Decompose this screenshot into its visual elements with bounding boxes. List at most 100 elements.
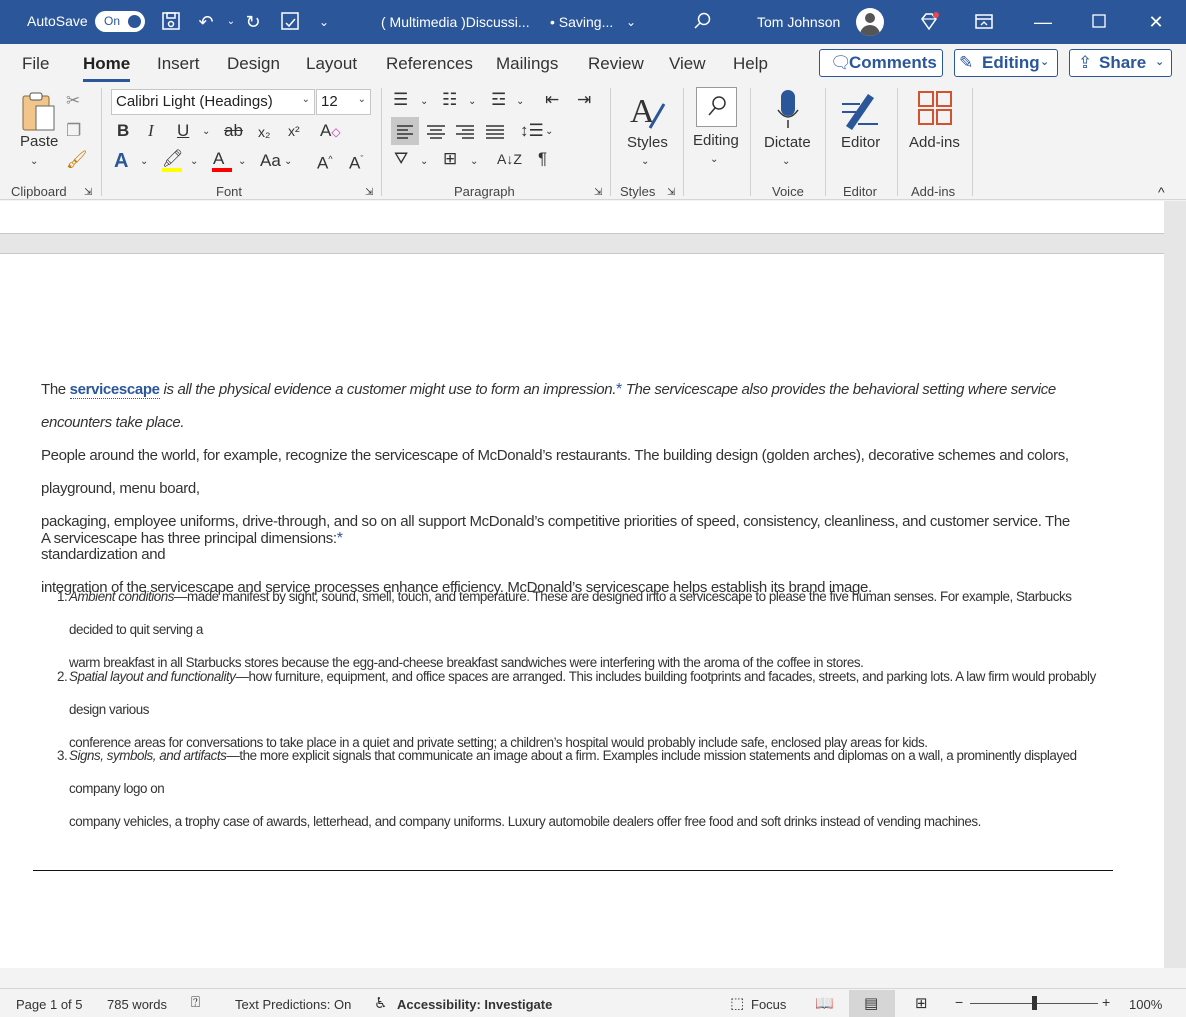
search-icon[interactable] bbox=[692, 11, 714, 33]
cut-icon[interactable]: ✂ bbox=[66, 91, 80, 111]
align-left-button[interactable] bbox=[391, 117, 419, 145]
tab-mailings[interactable]: Mailings bbox=[496, 54, 558, 74]
close-icon[interactable]: ✕ bbox=[1145, 11, 1167, 33]
chevron-down-icon[interactable]: ⌄ bbox=[238, 152, 246, 172]
word-count[interactable]: 785 words bbox=[107, 997, 167, 1012]
tab-file[interactable]: File bbox=[22, 54, 49, 74]
ribbon: Paste ⌄ ✂ ❐ 🖌 Clipboard ⇲ Calibri Light … bbox=[0, 82, 1186, 200]
text-effects-icon[interactable]: A bbox=[114, 151, 128, 171]
font-size-dropdown[interactable]: 12 ⌄ bbox=[316, 89, 371, 115]
chevron-down-icon[interactable]: ⌄ bbox=[470, 152, 478, 172]
tab-layout[interactable]: Layout bbox=[306, 54, 357, 74]
font-color-icon[interactable]: A bbox=[213, 149, 224, 169]
undo-icon[interactable]: ↶ bbox=[195, 11, 217, 33]
chevron-down-icon[interactable]: ⌄ bbox=[190, 152, 198, 172]
copy-icon[interactable]: ❐ bbox=[66, 121, 81, 141]
zoom-slider-thumb[interactable] bbox=[1032, 996, 1037, 1010]
chevron-down-icon[interactable]: ⌄ bbox=[420, 152, 428, 172]
tab-review[interactable]: Review bbox=[588, 54, 644, 74]
maximize-icon[interactable] bbox=[1088, 11, 1110, 33]
clear-formatting-icon[interactable]: A◇ bbox=[320, 121, 341, 142]
strikethrough-button[interactable]: ab bbox=[224, 121, 243, 141]
font-name-dropdown[interactable]: Calibri Light (Headings) ⌄ bbox=[111, 89, 315, 115]
accessibility-status[interactable]: Accessibility: Investigate bbox=[397, 997, 552, 1012]
keyword-servicescape[interactable]: servicescape bbox=[69, 381, 160, 399]
save-icon[interactable] bbox=[160, 11, 182, 33]
highlight-icon[interactable]: 🖍 bbox=[162, 149, 184, 169]
tab-view[interactable]: View bbox=[669, 54, 706, 74]
zoom-out-icon[interactable]: − bbox=[955, 994, 963, 1010]
focus-mode[interactable]: Focus bbox=[751, 997, 786, 1012]
premium-diamond-icon[interactable] bbox=[918, 11, 940, 33]
collapse-ribbon-icon[interactable]: ^ bbox=[1158, 182, 1165, 202]
tab-help[interactable]: Help bbox=[733, 54, 768, 74]
web-layout-icon[interactable]: ⊞ bbox=[915, 994, 928, 1012]
dialog-launcher-icon[interactable]: ⇲ bbox=[667, 183, 675, 203]
chevron-down-icon[interactable]: ⌄ bbox=[284, 152, 292, 172]
text-predictions[interactable]: Text Predictions: On bbox=[235, 997, 351, 1012]
customize-toolbar-icon[interactable]: ⌄ bbox=[313, 11, 335, 33]
redo-icon[interactable]: ↻ bbox=[242, 11, 264, 33]
tab-home[interactable]: Home bbox=[83, 54, 130, 74]
align-right-icon[interactable] bbox=[451, 117, 479, 145]
justify-icon[interactable] bbox=[481, 117, 509, 145]
paragraph-1[interactable]: The servicescape is all the physical evi… bbox=[41, 373, 1111, 604]
editing-mode-button[interactable]: ✎ Editing ⌄ bbox=[954, 49, 1058, 77]
avatar[interactable] bbox=[856, 8, 884, 36]
grow-font-icon[interactable]: A^ bbox=[317, 149, 333, 174]
chevron-down-icon[interactable]: ⌄ bbox=[545, 122, 553, 142]
shrink-font-icon[interactable]: Aˇ bbox=[349, 149, 363, 174]
chevron-down-icon[interactable]: ⌄ bbox=[468, 92, 476, 112]
chevron-down-icon[interactable]: ⌄ bbox=[420, 92, 428, 112]
underline-dropdown-icon[interactable]: ⌄ bbox=[202, 122, 210, 142]
footnote-marker[interactable]: * bbox=[337, 530, 343, 547]
line-spacing-icon[interactable]: ↕☰ bbox=[520, 121, 544, 141]
share-button[interactable]: ⇪ Share ⌄ bbox=[1069, 49, 1172, 77]
minimize-icon[interactable]: — bbox=[1032, 11, 1054, 33]
undo-dropdown-icon[interactable]: ⌄ bbox=[220, 11, 242, 33]
zoom-in-icon[interactable]: + bbox=[1102, 994, 1110, 1010]
proofing-icon[interactable]: ⍰ bbox=[191, 994, 200, 1011]
bullets-icon[interactable]: ☰ bbox=[393, 90, 408, 110]
decrease-indent-icon[interactable]: ⇤ bbox=[545, 90, 559, 110]
show-formatting-icon[interactable]: ¶ bbox=[538, 149, 547, 169]
borders-icon[interactable]: ⊞ bbox=[443, 149, 457, 169]
bold-button[interactable]: B bbox=[117, 121, 129, 141]
page-count[interactable]: Page 1 of 5 bbox=[16, 997, 83, 1012]
tab-insert[interactable]: Insert bbox=[157, 54, 200, 74]
multilevel-list-icon[interactable]: ☲ bbox=[491, 90, 506, 110]
share-label: Share bbox=[1099, 53, 1147, 72]
superscript-button[interactable]: x² bbox=[288, 121, 300, 141]
dialog-launcher-icon[interactable]: ⇲ bbox=[365, 183, 373, 203]
read-mode-icon[interactable]: 📖 bbox=[815, 994, 834, 1012]
chevron-down-icon[interactable]: ⌄ bbox=[516, 92, 524, 112]
sort-icon[interactable]: A↓Z bbox=[497, 149, 522, 169]
subscript-button[interactable]: x₂ bbox=[258, 122, 270, 142]
numbering-icon[interactable]: ☷ bbox=[442, 90, 457, 110]
autosave-toggle[interactable]: On bbox=[95, 11, 145, 32]
format-save-icon[interactable] bbox=[279, 11, 301, 33]
styles-group-label: Styles bbox=[620, 184, 656, 199]
zoom-level[interactable]: 100% bbox=[1129, 997, 1162, 1012]
tab-references[interactable]: References bbox=[386, 54, 473, 74]
underline-button[interactable]: U bbox=[177, 121, 189, 141]
print-layout-button[interactable]: ▤ bbox=[849, 990, 895, 1017]
comments-button[interactable]: 🗨 Comments bbox=[819, 49, 943, 77]
title-dropdown-icon[interactable]: ⌄ bbox=[620, 11, 642, 33]
dialog-launcher-icon[interactable]: ⇲ bbox=[594, 183, 602, 203]
chevron-down-icon[interactable]: ⌄ bbox=[140, 152, 148, 172]
tab-design[interactable]: Design bbox=[227, 54, 280, 74]
italic-button[interactable]: I bbox=[148, 121, 154, 141]
vertical-scrollbar[interactable] bbox=[1164, 201, 1186, 968]
user-name[interactable]: Tom Johnson bbox=[757, 14, 840, 30]
document-page[interactable]: The servicescape is all the physical evi… bbox=[0, 253, 1164, 968]
align-center-icon[interactable] bbox=[422, 117, 450, 145]
ribbon-display-icon[interactable] bbox=[973, 11, 995, 33]
format-painter-icon[interactable]: 🖌 bbox=[66, 150, 88, 170]
increase-indent-icon[interactable]: ⇥ bbox=[577, 90, 591, 110]
paragraph-2[interactable]: A servicescape has three principal dimen… bbox=[41, 522, 1111, 555]
dialog-launcher-icon[interactable]: ⇲ bbox=[84, 183, 92, 203]
change-case-button[interactable]: Aa bbox=[260, 151, 281, 171]
document-title[interactable]: ( Multimedia )Discussi... bbox=[381, 14, 530, 30]
shading-icon[interactable]: ⛛ bbox=[394, 149, 408, 169]
